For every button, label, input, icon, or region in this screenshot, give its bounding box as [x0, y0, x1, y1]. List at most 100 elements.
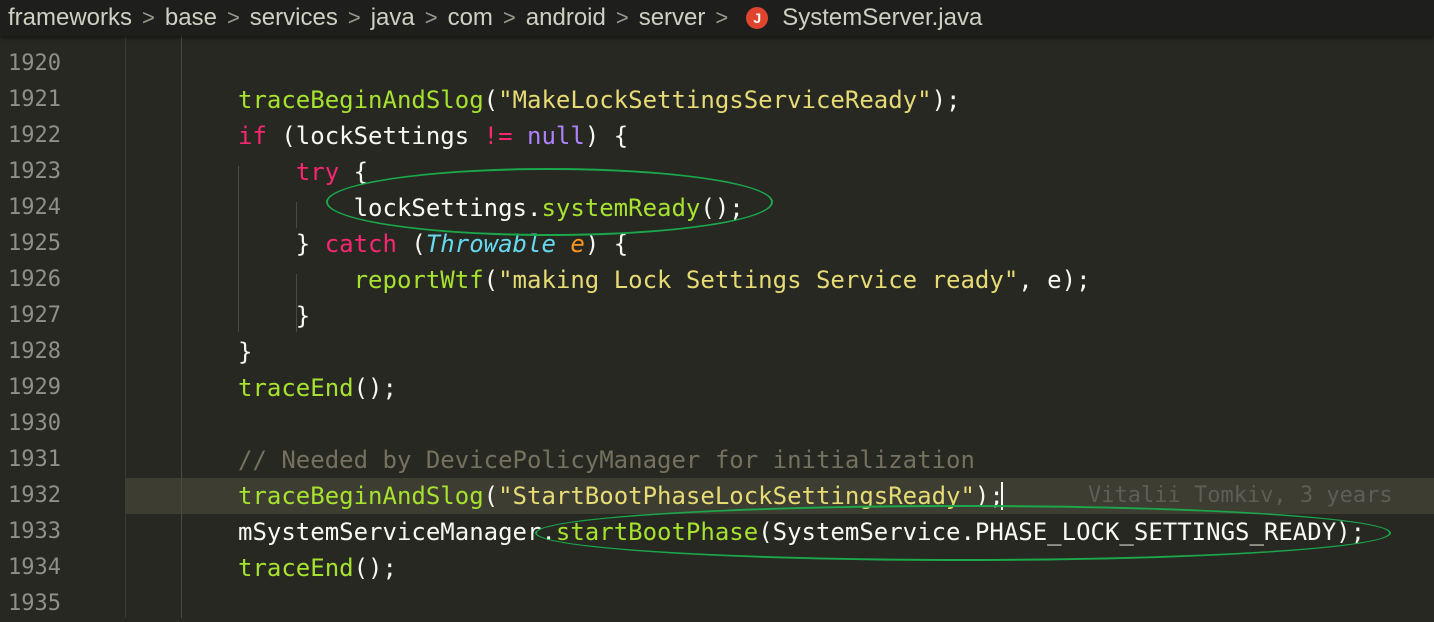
code-line[interactable]: 1926 reportWtf("making Lock Settings Ser… — [0, 262, 1434, 298]
code-line[interactable]: 1935 — [0, 586, 1434, 622]
code-token: ) { — [584, 122, 629, 150]
code-text: // Needed by DevicePolicyManager for ini… — [238, 442, 975, 478]
code-token: ( — [483, 266, 499, 294]
code-text: try { — [238, 154, 368, 190]
code-line[interactable]: 1920 — [0, 46, 1434, 82]
text-cursor — [1001, 482, 1003, 510]
indent-guide — [296, 202, 297, 228]
code-text: traceBeginAndSlog("StartBootPhaseLockSet… — [238, 478, 1004, 514]
code-token: ( — [483, 86, 499, 114]
code-text: } — [238, 298, 310, 334]
breadcrumb-item-android[interactable]: android — [526, 4, 606, 32]
code-line[interactable]: 1925 } catch (Throwable e) { — [0, 226, 1434, 262]
code-token: null — [527, 122, 585, 150]
line-number: 1925 — [8, 231, 61, 256]
code-line[interactable]: 1928} — [0, 334, 1434, 370]
code-line[interactable]: 1932 traceBeginAndSlog("StartBootPhaseLoc… — [0, 478, 1434, 514]
code-text: lockSettings.systemReady(); — [238, 190, 744, 226]
code-line[interactable]: 1930 — [0, 406, 1434, 442]
code-line[interactable]: 1924 lockSettings.systemReady(); — [0, 190, 1434, 226]
code-token: traceEnd — [238, 374, 354, 402]
code-token: ( — [483, 482, 499, 510]
code-token: ); — [931, 86, 961, 114]
breadcrumb-item-services[interactable]: services — [250, 4, 338, 32]
code-line[interactable]: 1922 if (lockSettings != null) { — [0, 118, 1434, 154]
code-token: ) { — [584, 230, 629, 258]
line-number: 1934 — [8, 555, 61, 580]
code-text: reportWtf("making Lock Settings Service … — [238, 262, 1091, 298]
line-number: 1920 — [8, 51, 61, 76]
code-token: (); — [353, 554, 397, 582]
code-token: systemReady — [541, 194, 701, 222]
code-token: mSystemServiceManager. — [238, 518, 556, 546]
code-token: "StartBootPhaseLockSettingsReady" — [498, 482, 975, 510]
code-text: if (lockSettings != null) { — [238, 118, 628, 154]
code-line[interactable]: 1921 traceBeginAndSlog("MakeLockSettingsS… — [0, 82, 1434, 118]
indent-guide — [238, 166, 239, 332]
breadcrumb-item-java[interactable]: java — [371, 4, 415, 32]
line-number: 1931 — [8, 447, 61, 472]
breadcrumb-item-server[interactable]: server — [639, 4, 706, 32]
code-token: { — [339, 158, 369, 186]
line-number: 1933 — [8, 519, 61, 544]
code-token: "MakeLockSettingsServiceReady" — [498, 86, 932, 114]
code-token: != — [483, 122, 513, 150]
chevron-right-icon: > — [424, 5, 438, 30]
code-text: } — [238, 334, 252, 370]
java-file-icon: J — [746, 7, 769, 29]
breadcrumb: frameworks > base > services > java > co… — [0, 0, 1434, 36]
line-number: 1929 — [8, 375, 61, 400]
code-token: ( — [396, 230, 426, 258]
line-number: 1932 — [8, 483, 61, 508]
code-token: , e); — [1018, 266, 1091, 294]
code-token: traceBeginAndSlog — [238, 86, 484, 114]
code-line[interactable]: 1931 // Needed by DevicePolicyManager for… — [0, 442, 1434, 478]
code-line[interactable]: 1923 try { — [0, 154, 1434, 190]
breadcrumb-item-com[interactable]: com — [448, 4, 493, 32]
line-number: 1924 — [8, 195, 61, 220]
chevron-right-icon: > — [502, 5, 516, 30]
code-line[interactable]: 1927 } — [0, 298, 1434, 334]
code-token: startBootPhase — [555, 518, 759, 546]
line-number: 1922 — [8, 123, 61, 148]
line-number: 1923 — [8, 159, 61, 184]
line-number: 1930 — [8, 411, 61, 436]
code-token: (SystemService.PHASE_LOCK_SETTINGS_READY… — [758, 518, 1366, 546]
indent-guide — [181, 36, 182, 618]
code-token: // Needed by DevicePolicyManager for ini… — [238, 446, 975, 474]
chevron-right-icon: > — [226, 5, 240, 30]
code-text: traceEnd(); — [238, 370, 397, 406]
code-token: if — [238, 122, 267, 150]
code-token: traceBeginAndSlog — [238, 482, 484, 510]
code-token: Throwable — [425, 230, 556, 258]
code-token: reportWtf — [353, 266, 484, 294]
breadcrumb-item-frameworks[interactable]: frameworks — [8, 4, 132, 32]
line-number: 1921 — [8, 87, 61, 112]
chevron-right-icon: > — [142, 5, 155, 30]
code-token: (lockSettings — [266, 122, 484, 150]
code-line[interactable]: 1929 traceEnd(); — [0, 370, 1434, 406]
chevron-right-icon: > — [715, 5, 729, 30]
line-number: 1928 — [8, 339, 61, 364]
breadcrumb-file-name[interactable]: SystemServer.java — [782, 4, 982, 32]
code-text: } catch (Throwable e) { — [238, 226, 628, 262]
code-text: mSystemServiceManager.startBootPhase(Sys… — [238, 514, 1365, 550]
code-editor[interactable]: 1920 1921 traceBeginAndSlog("MakeLockSetti… — [0, 36, 1434, 618]
code-token: catch — [324, 230, 397, 258]
code-line[interactable]: 1933 mSystemServiceManager.startBootPhase… — [0, 514, 1434, 550]
code-token: traceEnd — [238, 554, 354, 582]
line-number: 1927 — [8, 303, 61, 328]
breadcrumb-item-base[interactable]: base — [165, 4, 217, 32]
code-text: traceBeginAndSlog("MakeLockSettingsServi… — [238, 82, 960, 118]
code-line[interactable]: 1934 traceEnd(); — [0, 550, 1434, 586]
line-number: 1935 — [8, 591, 61, 616]
line-number: 1926 — [8, 267, 61, 292]
code-token: try — [295, 158, 340, 186]
code-token: } — [238, 302, 311, 330]
code-token: lockSettings. — [238, 194, 542, 222]
code-token: (); — [353, 374, 397, 402]
code-token: } — [238, 230, 325, 258]
